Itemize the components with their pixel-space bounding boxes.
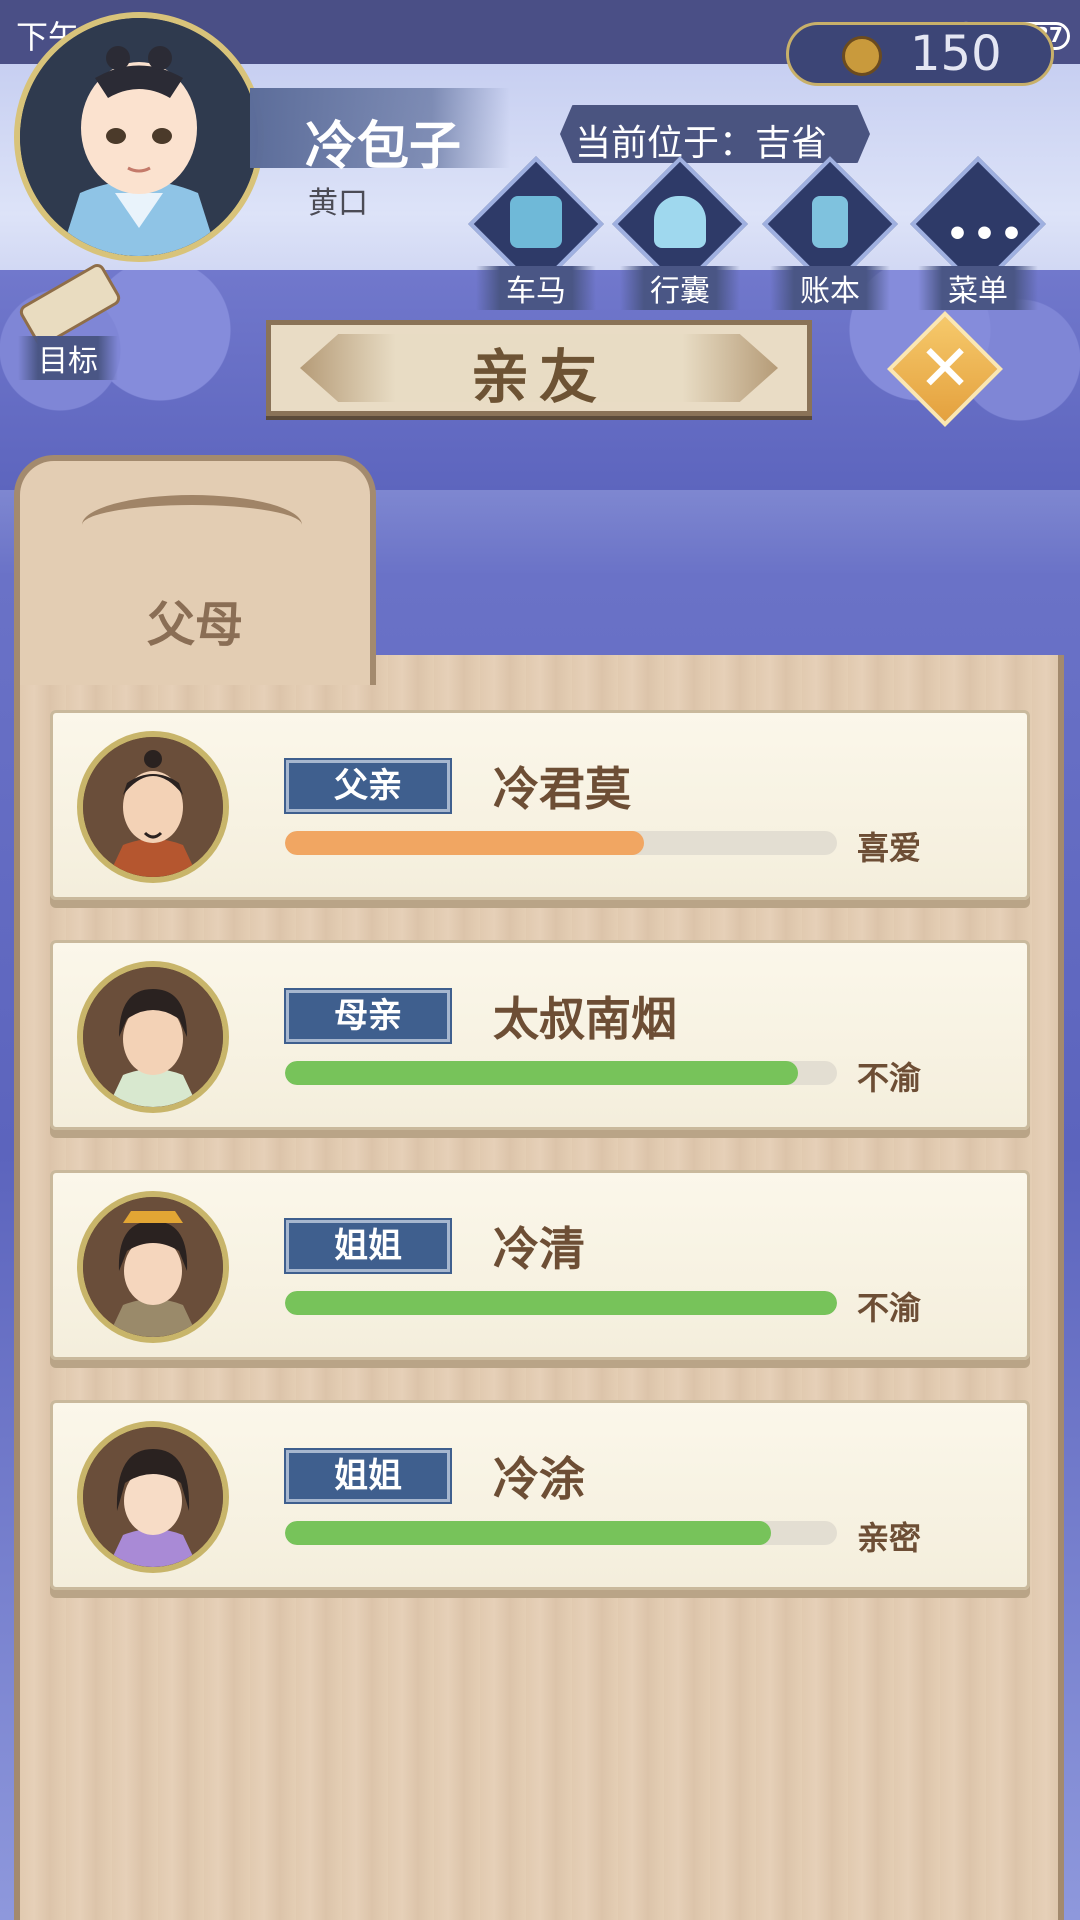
- affinity-fill: [285, 831, 644, 855]
- dialog-title: 亲友: [470, 343, 607, 411]
- goal-label[interactable]: 目标: [18, 336, 118, 380]
- tab-ornament: [82, 495, 302, 555]
- relative-name: 冷涂: [493, 1452, 585, 1506]
- affinity-fill: [285, 1061, 799, 1085]
- nav-menu-button[interactable]: ••• 菜单: [910, 156, 1046, 310]
- nav-ledger-button[interactable]: 账本: [762, 156, 898, 310]
- mood-label: 不渝: [857, 1059, 922, 1097]
- affinity-bar: [285, 1521, 837, 1545]
- nav-carriage-button[interactable]: 车马: [468, 156, 604, 310]
- affinity-bar: [285, 831, 837, 855]
- portrait-avatar: [77, 1421, 229, 1573]
- player-title: 黄口: [308, 186, 368, 221]
- relation-badge: 姐姐: [284, 1218, 452, 1274]
- carriage-glyph: [510, 196, 562, 248]
- ledger-glyph: [812, 196, 848, 248]
- relative-card[interactable]: 姐姐 冷清 不渝: [50, 1170, 1030, 1360]
- nav-carriage-label: 车马: [476, 266, 596, 310]
- portrait-avatar: [77, 731, 229, 883]
- relative-name: 冷清: [493, 1222, 585, 1276]
- mood-label: 不渝: [857, 1289, 922, 1327]
- nav-bag-label: 行囊: [620, 266, 740, 310]
- affinity-bar: [285, 1291, 837, 1315]
- player-name: 冷包子: [305, 117, 462, 177]
- menu-dots-glyph: •••: [946, 214, 1028, 255]
- portrait-avatar: [77, 1191, 229, 1343]
- mood-label: 亲密: [857, 1519, 922, 1557]
- relative-card[interactable]: 母亲 太叔南烟 不渝: [50, 940, 1030, 1130]
- relation-badge: 父亲: [284, 758, 452, 814]
- portrait-avatar: [77, 961, 229, 1113]
- tab-parents-label: 父母: [146, 597, 243, 653]
- relative-name: 冷君莫: [493, 762, 631, 816]
- relative-card[interactable]: 姐姐 冷涂 亲密: [50, 1400, 1030, 1590]
- affinity-fill: [285, 1291, 837, 1315]
- relation-badge: 母亲: [284, 988, 452, 1044]
- relative-name: 太叔南烟: [493, 992, 677, 1046]
- location-text: 当前位于：吉省: [575, 123, 828, 164]
- bag-glyph: [654, 196, 706, 248]
- coin-icon: [842, 36, 882, 76]
- close-icon[interactable]: ✕: [904, 328, 986, 410]
- coin-value: 150: [910, 26, 1002, 82]
- relation-badge: 姐姐: [284, 1448, 452, 1504]
- nav-ledger-label: 账本: [770, 266, 890, 310]
- relative-card[interactable]: 父亲 冷君莫 喜爱: [50, 710, 1030, 900]
- affinity-fill: [285, 1521, 771, 1545]
- nav-bag-button[interactable]: 行囊: [612, 156, 748, 310]
- player-avatar[interactable]: [14, 12, 264, 262]
- mood-label: 喜爱: [857, 829, 922, 867]
- affinity-bar: [285, 1061, 837, 1085]
- nav-menu-label: 菜单: [918, 266, 1038, 310]
